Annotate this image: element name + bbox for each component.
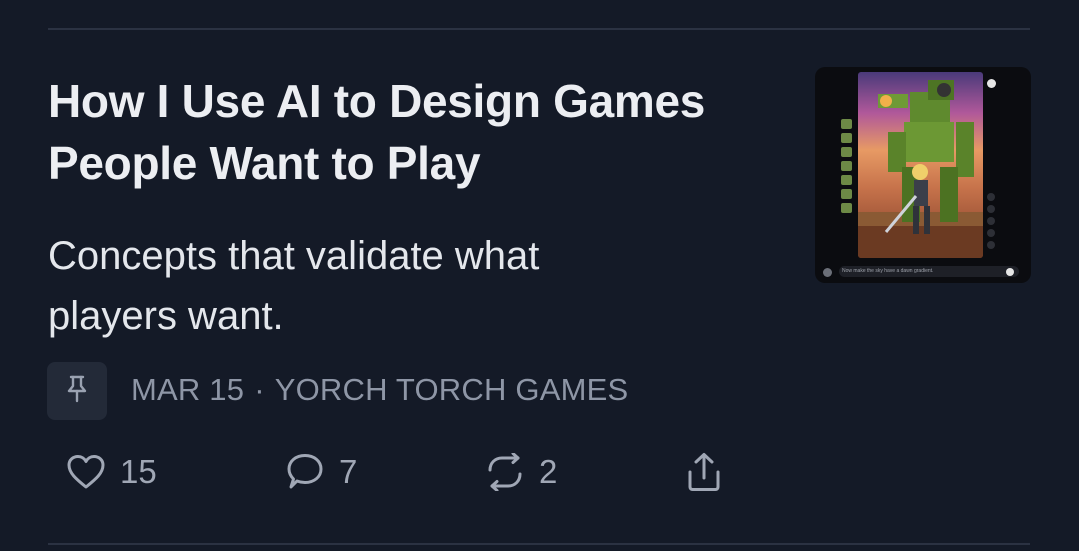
post-author[interactable]: YORCH TORCH GAMES: [275, 372, 629, 407]
thumbnail-tool-icon: [987, 193, 995, 201]
post-meta: MAR 15 · YORCH TORCH GAMES: [131, 370, 628, 410]
restack-icon: [485, 453, 525, 491]
thumbnail-strip-item: [841, 203, 852, 213]
bottom-divider: [48, 543, 1030, 545]
like-count: 15: [120, 453, 157, 490]
comment-button[interactable]: 7: [285, 452, 357, 492]
top-divider: [48, 28, 1030, 30]
thumbnail-close-icon: [987, 79, 996, 88]
thumbnail-strip-item: [841, 189, 852, 199]
comment-count: 7: [339, 453, 358, 490]
thumbnail-strip-item: [841, 133, 852, 143]
restack-count: 2: [539, 453, 558, 490]
thumbnail-tool-icon: [987, 217, 995, 225]
thumbnail-tool-icon: [987, 205, 995, 213]
share-icon: [686, 452, 722, 492]
thumbnail-strip-item: [841, 147, 852, 157]
meta-separator: ·: [254, 372, 265, 407]
thumbnail-tool-icon: [987, 241, 995, 249]
thumbnail-artwork: [858, 72, 983, 258]
thumbnail-strip-item: [841, 119, 852, 129]
thumbnail-avatar: [823, 268, 832, 277]
thumbnail-chat-text: Now make the sky have a dawn gradient.: [842, 268, 934, 274]
comment-icon: [285, 453, 325, 491]
thumbnail-strip-item: [841, 175, 852, 185]
post-title[interactable]: How I Use AI to Design Games People Want…: [48, 70, 788, 194]
share-button[interactable]: [686, 452, 722, 492]
post-thumbnail[interactable]: Now make the sky have a dawn gradient.: [815, 67, 1031, 283]
thumbnail-send-icon: [1006, 268, 1014, 276]
post-subtitle[interactable]: Concepts that validate what players want…: [48, 226, 668, 346]
restack-button[interactable]: 2: [485, 452, 557, 492]
pin-icon: [63, 374, 91, 409]
thumbnail-strip-item: [841, 161, 852, 171]
like-button[interactable]: 15: [66, 452, 157, 492]
pin-button[interactable]: [47, 362, 107, 420]
post-date: MAR 15: [131, 372, 245, 407]
heart-icon: [66, 454, 106, 490]
thumbnail-tool-icon: [987, 229, 995, 237]
